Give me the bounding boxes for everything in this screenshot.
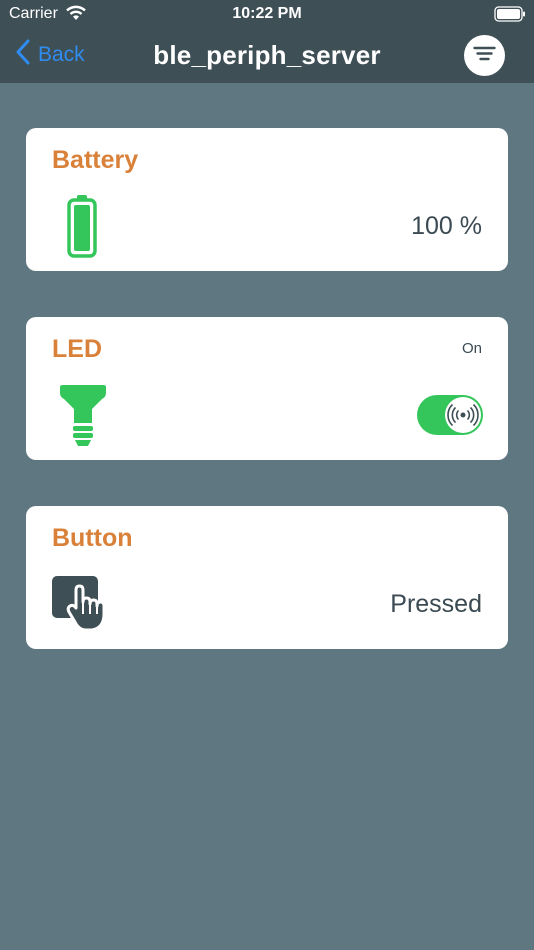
button-value: Pressed xyxy=(390,590,482,618)
button-title: Button xyxy=(52,524,133,552)
button-card: Button Pressed xyxy=(26,506,508,649)
broadcast-icon xyxy=(445,403,481,437)
battery-full-icon xyxy=(66,194,98,263)
page-title: ble_periph_server xyxy=(153,40,381,70)
status-bar: Carrier 10:22 PM xyxy=(0,0,534,28)
led-toggle[interactable] xyxy=(417,395,483,435)
led-title: LED xyxy=(52,335,102,363)
light-bulb-icon xyxy=(58,383,108,454)
led-state-label: On xyxy=(461,340,482,357)
led-card: LED On xyxy=(26,317,508,460)
toggle-knob xyxy=(445,397,481,433)
status-time: 10:22 PM xyxy=(232,5,302,22)
battery-title: Battery xyxy=(52,146,139,174)
hand-press-icon xyxy=(50,574,114,639)
filter-button[interactable] xyxy=(464,35,505,76)
navigation-bar: Back ble_periph_server xyxy=(0,28,534,83)
status-battery-icon xyxy=(494,6,526,22)
battery-card: Battery 100 % xyxy=(26,128,508,271)
battery-value: 100 % xyxy=(411,212,482,240)
